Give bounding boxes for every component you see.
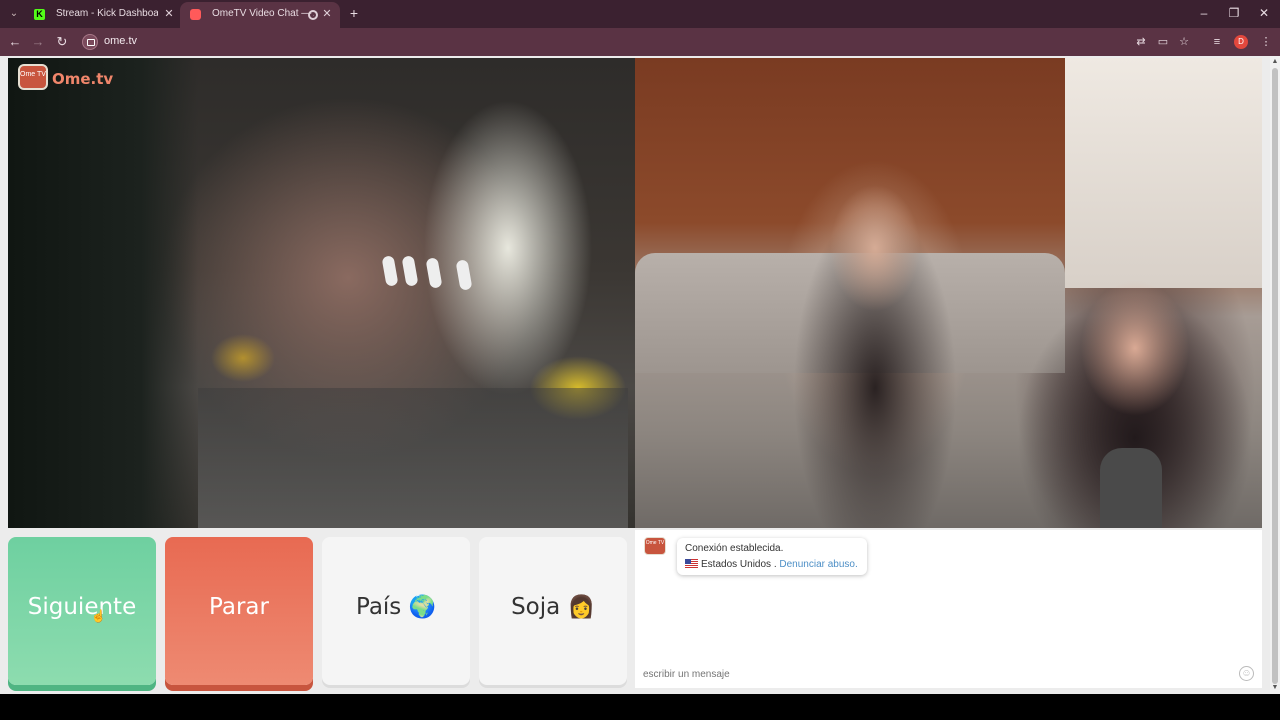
- emoji-icon[interactable]: ☺: [1239, 666, 1254, 681]
- stop-button[interactable]: Parar: [165, 537, 313, 685]
- tab-bar: ⌄ K Stream - Kick Dashboard ✕ OmeTV Vide…: [0, 0, 1280, 28]
- tab-label: OmeTV Video Chat — Alte: [212, 8, 314, 19]
- gender-label: Soja: [511, 594, 561, 620]
- window-shape: [401, 255, 419, 287]
- system-message: Conexión establecida. Estados Unidos . D…: [677, 538, 867, 575]
- connection-status: Conexión establecida.: [685, 543, 784, 554]
- back-arrow-icon[interactable]: ←: [6, 33, 24, 51]
- next-button[interactable]: Siguiente: [8, 537, 156, 685]
- scroll-up-arrow-icon[interactable]: ▲: [1271, 58, 1279, 66]
- scrollbar[interactable]: ▲ ▼: [1270, 56, 1280, 694]
- scroll-thumb[interactable]: [1272, 68, 1278, 684]
- site-info-icon[interactable]: [82, 34, 98, 50]
- partner-country: Estados Unidos .: [701, 559, 777, 570]
- address-bar: ← → ↻ ome.tv ⇄ ▭ ☆ ≡ D ⋮: [0, 28, 1280, 56]
- restore-button[interactable]: ❐: [1222, 4, 1246, 22]
- bookmark-star-icon[interactable]: ☆: [1176, 34, 1192, 50]
- message-input[interactable]: [635, 660, 1262, 688]
- url-text[interactable]: ome.tv: [104, 35, 137, 47]
- tab-search-icon[interactable]: ⌄: [6, 6, 22, 22]
- ometv-logo-icon: Ome TV: [644, 537, 666, 555]
- ometv-tv-icon: Ome TV: [18, 64, 48, 90]
- minimize-button[interactable]: –: [1192, 4, 1216, 22]
- remote-video: [635, 58, 1262, 528]
- stop-label: Parar: [209, 594, 269, 620]
- video-person: [785, 158, 965, 528]
- new-tab-button[interactable]: +: [346, 4, 362, 22]
- translate-icon[interactable]: ⇄: [1133, 34, 1149, 50]
- window-shape: [381, 255, 399, 287]
- woman-icon: 👩: [567, 595, 595, 620]
- tab-label: Stream - Kick Dashboard: [56, 8, 158, 19]
- country-button[interactable]: País 🌍: [322, 537, 470, 685]
- menu-kebab-icon[interactable]: ⋮: [1258, 34, 1274, 50]
- gender-button[interactable]: Soja 👩: [479, 537, 627, 685]
- close-icon[interactable]: ✕: [162, 2, 176, 26]
- local-video: [8, 58, 635, 528]
- reload-icon[interactable]: ↻: [53, 33, 71, 51]
- close-icon[interactable]: ✕: [320, 2, 334, 26]
- window-close-button[interactable]: ✕: [1252, 4, 1276, 22]
- chat-panel: Ome TV Conexión establecida. Estados Uni…: [635, 530, 1262, 688]
- tab-kick-dashboard[interactable]: K Stream - Kick Dashboard ✕: [24, 2, 182, 28]
- media-control-icon[interactable]: ≡: [1209, 34, 1225, 50]
- recording-icon: [308, 10, 318, 20]
- microphone-shape: [1100, 448, 1162, 528]
- scroll-down-arrow-icon[interactable]: ▼: [1271, 684, 1279, 692]
- tab-ometv[interactable]: OmeTV Video Chat — Alte ✕: [180, 2, 340, 28]
- cast-icon[interactable]: ▭: [1155, 34, 1171, 50]
- brand-name: Ome.tv: [52, 70, 114, 88]
- report-abuse-link[interactable]: Denunciar abuso.: [779, 559, 857, 570]
- ometv-page: Siguiente Parar País 🌍 Soja 👩 Ome TV Con…: [0, 56, 1270, 694]
- next-label: Siguiente: [27, 594, 137, 620]
- video-floor: [198, 388, 628, 528]
- kick-icon: K: [34, 9, 45, 20]
- window-shape: [425, 257, 443, 289]
- window-shape: [455, 259, 473, 291]
- hand-cursor-icon: ☝: [91, 609, 106, 623]
- video-shadow: [8, 58, 198, 528]
- forward-arrow-icon[interactable]: →: [29, 33, 47, 51]
- country-label: País: [355, 594, 402, 620]
- ometv-icon: [190, 9, 201, 20]
- us-flag-icon: [685, 559, 698, 568]
- globe-icon: 🌍: [408, 595, 437, 620]
- profile-avatar[interactable]: D: [1234, 35, 1248, 49]
